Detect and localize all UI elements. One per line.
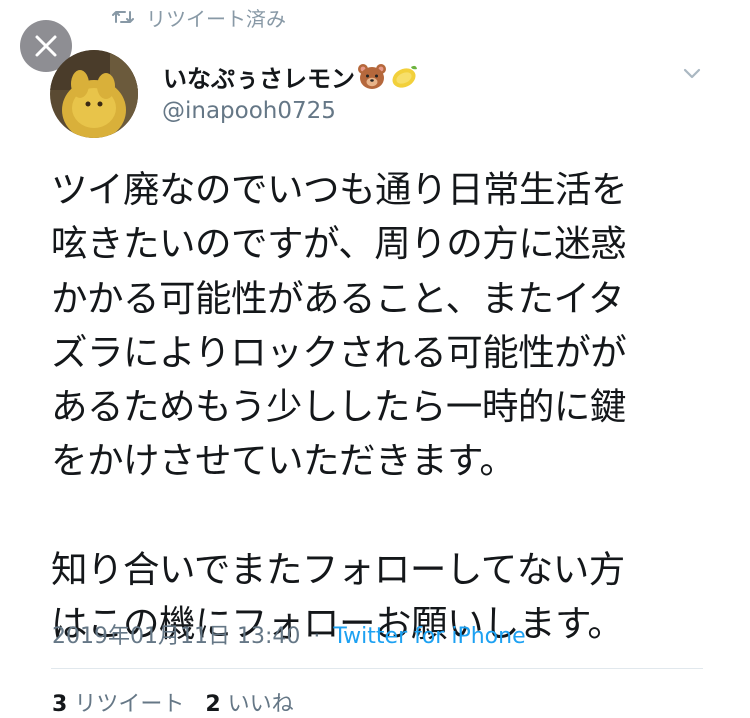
retweets-stat[interactable]: 3 リツイート xyxy=(52,692,191,717)
retweets-count: 3 xyxy=(52,692,68,717)
tweet-line: あるためもう少ししたら一時的に鍵 xyxy=(51,385,626,429)
meta-separator: · xyxy=(313,624,321,649)
avatar[interactable] xyxy=(50,50,138,138)
likes-count: 2 xyxy=(205,692,221,717)
close-icon xyxy=(35,35,57,57)
divider xyxy=(51,668,703,669)
avatar-image xyxy=(50,50,138,138)
bear-face-icon xyxy=(358,64,386,89)
retweet-icon xyxy=(112,11,134,23)
tweet-line: 呟きたいのですが、周りの方に迷惑 xyxy=(51,222,627,266)
user-handle[interactable]: @inapooh0725 xyxy=(162,98,336,124)
timestamp[interactable]: 2019年01月11日 13:40 xyxy=(52,624,300,649)
retweet-label: リツイート済み xyxy=(146,6,286,31)
tweet-line: をかけさせていただきます。 xyxy=(51,439,516,483)
tweet-meta: 2019年01月11日 13:40 · Twitter for iPhone xyxy=(52,618,526,650)
tweet-stats: 3 リツイート 2 いいね xyxy=(52,686,308,718)
retweets-label: リツイート xyxy=(74,692,185,717)
tweet-line: かかる可能性があること、またイタ xyxy=(51,276,625,320)
retweet-indicator: リツイート済み xyxy=(112,2,286,32)
tweet-line: ズラによりロックされる可能性がが xyxy=(51,330,627,374)
tweet-text: ツイ廃なのでいつも通り日常生活を 呟きたいのですが、周りの方に迷惑 かかる可能性… xyxy=(51,163,731,651)
display-name-text: いなぷぅさレモン xyxy=(163,64,355,93)
chevron-down-icon[interactable] xyxy=(680,64,704,84)
likes-label: いいね xyxy=(227,692,294,717)
source-link[interactable]: Twitter for iPhone xyxy=(333,624,525,649)
lemon-icon xyxy=(392,65,417,88)
tweet-line: ツイ廃なのでいつも通り日常生活を xyxy=(51,168,628,211)
tweet-line: 知り合いでまたフォローしてない方 xyxy=(51,547,625,591)
display-name[interactable]: いなぷぅさレモン xyxy=(163,58,419,94)
likes-stat[interactable]: 2 いいね xyxy=(205,692,293,717)
